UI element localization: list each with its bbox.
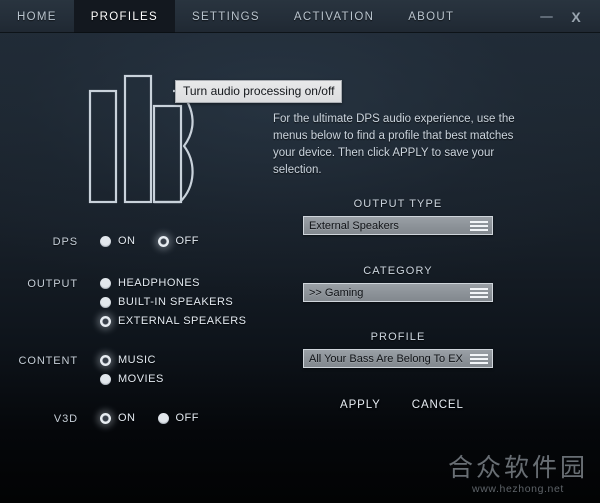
menu-lines-icon (468, 220, 492, 231)
close-button[interactable]: X (561, 0, 591, 33)
menu-lines-icon (468, 287, 492, 298)
control-row-v3d: V3D ON OFF (0, 412, 199, 425)
app-window: HOME PROFILES SETTINGS ACTIVATION ABOUT … (0, 0, 600, 503)
tab-about-label: ABOUT (408, 10, 455, 23)
control-label-v3d: V3D (53, 413, 78, 425)
control-label-dps: DPS (52, 236, 78, 248)
close-icon: X (571, 8, 581, 25)
control-options-dps: ON OFF (100, 235, 199, 247)
cancel-button[interactable]: CANCEL (412, 399, 464, 411)
dropdown-title-output-type: OUTPUT TYPE (353, 198, 443, 210)
minimize-button[interactable] (531, 0, 561, 33)
dropdown-title-profile: PROFILE (370, 331, 426, 343)
tab-settings[interactable]: SETTINGS (175, 0, 277, 33)
radio-dot-icon (100, 235, 111, 247)
dropdown-profile-value: All Your Bass Are Belong To EX (309, 352, 463, 365)
dropdown-output-type-value: External Speakers (309, 219, 399, 232)
radio-dot-icon (100, 277, 111, 289)
radio-content-movies-label: MOVIES (118, 373, 164, 385)
radio-dps-off-label: OFF (175, 235, 199, 247)
radio-output-external-speakers-label: EXTERNAL SPEAKERS (118, 315, 247, 327)
radio-dot-selected-icon (157, 235, 169, 247)
watermark: 合众软件园 www.hezhong.net (447, 453, 588, 496)
radio-content-music[interactable]: MUSIC (100, 354, 164, 366)
control-options-content: MUSIC MOVIES (100, 354, 164, 385)
radio-dot-selected-icon (100, 315, 111, 327)
radio-dps-off[interactable]: OFF (157, 235, 200, 247)
menu-lines-icon (468, 353, 492, 364)
control-label-output: OUTPUT (27, 278, 78, 290)
control-options-output: HEADPHONES BUILT-IN SPEAKERS EXTERNAL SP… (100, 277, 247, 327)
tab-profiles-label: PROFILES (90, 10, 158, 23)
radio-dot-icon (100, 373, 111, 385)
tab-home-label: HOME (17, 10, 57, 23)
radio-v3d-off-label: OFF (175, 412, 199, 424)
radio-dot-icon (157, 412, 169, 424)
tab-about[interactable]: ABOUT (391, 0, 471, 33)
action-buttons: APPLY CANCEL (340, 399, 464, 411)
dropdown-group-category: CATEGORY >> Gaming (303, 265, 493, 302)
control-row-dps: DPS ON OFF (0, 235, 199, 248)
radio-output-builtin-speakers-label: BUILT-IN SPEAKERS (118, 296, 234, 308)
radio-output-builtin-speakers[interactable]: BUILT-IN SPEAKERS (100, 296, 247, 308)
control-label-content: CONTENT (18, 355, 78, 367)
tooltip: Turn audio processing on/off (175, 80, 343, 103)
tab-settings-label: SETTINGS (191, 10, 260, 23)
dropdown-profile[interactable]: All Your Bass Are Belong To EX (303, 349, 493, 368)
radio-dps-on-label: ON (118, 235, 136, 247)
dropdown-group-profile: PROFILE All Your Bass Are Belong To EX (303, 331, 493, 368)
dropdown-category[interactable]: >> Gaming (303, 283, 493, 302)
title-bar: HOME PROFILES SETTINGS ACTIVATION ABOUT … (0, 0, 600, 33)
watermark-title: 合众软件园 (447, 453, 588, 482)
dropdown-category-value: >> Gaming (309, 286, 364, 299)
radio-output-external-speakers[interactable]: EXTERNAL SPEAKERS (100, 315, 247, 327)
radio-v3d-off[interactable]: OFF (157, 412, 200, 424)
apply-button[interactable]: APPLY (340, 399, 381, 411)
radio-content-movies[interactable]: MOVIES (100, 373, 164, 385)
radio-dps-on[interactable]: ON (100, 235, 136, 247)
control-row-content: CONTENT MUSIC MOVIES (0, 354, 164, 385)
radio-content-music-label: MUSIC (118, 354, 156, 366)
radio-output-headphones-label: HEADPHONES (118, 277, 201, 289)
watermark-url: www.hezhong.net (472, 483, 564, 495)
description-text: For the ultimate DPS audio experience, u… (273, 113, 515, 176)
control-row-output: OUTPUT HEADPHONES BUILT-IN SPEAKERS EXTE… (0, 277, 247, 327)
control-options-v3d: ON OFF (100, 412, 199, 424)
dropdown-output-type[interactable]: External Speakers (303, 216, 493, 235)
tab-profiles[interactable]: PROFILES (73, 0, 175, 33)
radio-dot-selected-icon (100, 412, 111, 424)
dropdown-title-category: CATEGORY (363, 265, 433, 277)
window-controls: X (531, 0, 600, 33)
tab-home[interactable]: HOME (0, 0, 74, 33)
radio-dot-icon (100, 296, 111, 308)
radio-dot-selected-icon (100, 354, 111, 366)
radio-v3d-on[interactable]: ON (100, 412, 136, 424)
radio-output-headphones[interactable]: HEADPHONES (100, 277, 247, 289)
minimize-icon (539, 15, 553, 18)
dropdown-group-output-type: OUTPUT TYPE External Speakers (303, 198, 493, 235)
tab-activation[interactable]: ACTIVATION (277, 0, 391, 33)
radio-v3d-on-label: ON (118, 412, 136, 424)
tab-activation-label: ACTIVATION (293, 10, 375, 23)
